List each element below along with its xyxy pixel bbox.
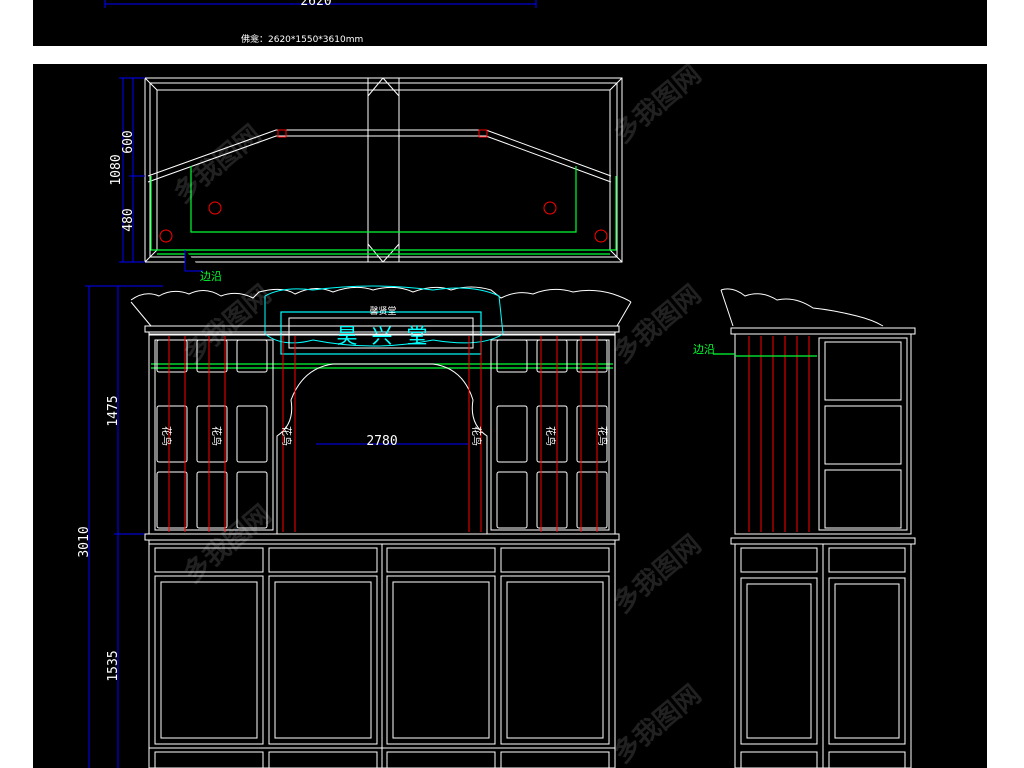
shrine-size-note: 佛龛：2620*1550*3610mm	[241, 33, 363, 45]
front-green-guides	[151, 363, 613, 369]
plan-center-bevel-3	[367, 243, 384, 263]
cad-drawing-canvas: 600 1080 480 边沿 1475 3010 1535 2780 馨贤堂 …	[77, 64, 916, 768]
side-edge-label: 边沿	[693, 343, 715, 356]
lower-drawer-3	[386, 547, 496, 573]
plan-edge-leader	[184, 250, 203, 272]
side-door-2-inner	[834, 583, 900, 739]
plan-corner-br	[609, 249, 623, 263]
plan-corner-bl	[144, 249, 158, 263]
plan-edge-label: 边沿	[200, 270, 222, 283]
side-window-2	[824, 405, 902, 465]
plan-marker-corner-left	[159, 229, 173, 243]
upper-right-window-1	[496, 339, 528, 373]
side-red-lines	[748, 336, 810, 532]
watermarks: 多我图网 多我图网 多我图网 多我图网 多我图网 多我图网 多我图网	[168, 64, 707, 768]
front-lower-cabinet	[148, 543, 616, 768]
side-door-1	[740, 577, 818, 745]
side-mid-cornice	[730, 537, 916, 545]
plan-center-bevel-2	[382, 77, 400, 97]
upper-left-window-3	[236, 339, 268, 373]
panel-label-1: 花鸟	[160, 426, 173, 446]
dimension-top-label: 2620	[300, 0, 331, 9]
panel-label-4: 花鸟	[470, 426, 483, 446]
front-plaque: 馨贤堂 昊兴堂	[264, 285, 504, 355]
plan-marker-right	[543, 201, 557, 215]
panel-label-2: 花鸟	[210, 426, 223, 446]
front-crown-carving	[130, 286, 632, 303]
plan-dim-1080-label: 1080	[109, 154, 124, 185]
side-window-1	[824, 341, 902, 401]
previous-drawing-strip: 2620 佛龛：2620*1550*3610mm	[33, 0, 987, 46]
plaque-text: 昊兴堂	[337, 324, 442, 348]
upper-right-window-7	[496, 471, 528, 529]
front-crown-edge-left	[130, 301, 152, 327]
lower-base-drawer-2	[268, 751, 378, 768]
watermark-3: 多我图网	[178, 280, 277, 370]
lower-door-3	[386, 575, 496, 745]
plan-green-inner	[190, 166, 577, 233]
watermark-6: 多我图网	[608, 530, 707, 620]
side-base-drawer-1	[740, 751, 818, 768]
cad-drawing-panel: 600 1080 480 边沿 1475 3010 1535 2780 馨贤堂 …	[33, 64, 987, 768]
watermark-2: 多我图网	[608, 64, 707, 149]
side-elevation	[720, 288, 916, 768]
side-drawer-1	[740, 547, 818, 573]
plan-center-bevel-4	[382, 243, 400, 263]
upper-left-window-8	[196, 471, 228, 529]
lower-drawer-2	[268, 547, 378, 573]
front-dim-2780-label: 2780	[366, 434, 397, 449]
side-crown-edge	[720, 289, 734, 327]
front-dim-3010-label: 3010	[77, 526, 92, 557]
side-drawer-2	[828, 547, 906, 573]
panel-label-6: 花鸟	[596, 426, 609, 446]
upper-left-window-6	[236, 405, 268, 463]
lower-door-4-inner	[506, 581, 604, 739]
side-window-3	[824, 469, 902, 529]
plan-corner-tr	[609, 77, 623, 91]
side-base-drawer-2	[828, 751, 906, 768]
watermark-1: 多我图网	[168, 120, 267, 210]
lower-drawer-4	[500, 547, 610, 573]
lower-base-drawer-1	[154, 751, 264, 768]
upper-left-window-7	[156, 471, 188, 529]
plan-corner-tl	[144, 77, 158, 91]
previous-drawing-canvas: 2620 佛龛：2620*1550*3610mm	[104, 0, 537, 45]
plaque-header: 馨贤堂	[369, 305, 396, 317]
side-green-guide	[713, 353, 817, 357]
plan-dim-600-label: 600	[121, 130, 136, 153]
front-arch-opening	[276, 363, 488, 534]
side-door-1-inner	[746, 583, 812, 739]
lower-door-2	[268, 575, 378, 745]
lower-door-3-inner	[392, 581, 490, 739]
front-crown-edge-right	[616, 301, 632, 327]
front-dim-1475-label: 1475	[106, 395, 121, 426]
side-top-cornice	[730, 327, 916, 335]
side-crown-carving	[720, 288, 884, 327]
lower-door-4	[500, 575, 610, 745]
watermark-7: 多我图网	[608, 680, 707, 768]
lower-door-2-inner	[274, 581, 372, 739]
front-dim-1535-label: 1535	[106, 650, 121, 681]
plan-marker-left	[208, 201, 222, 215]
panel-label-5: 花鸟	[544, 426, 557, 446]
side-upper-front	[818, 337, 908, 531]
lower-door-1	[154, 575, 264, 745]
upper-right-window-4	[496, 405, 528, 463]
lower-base-drawer-3	[386, 751, 496, 768]
plan-marker-corner-right	[594, 229, 608, 243]
lower-base-drawer-4	[500, 751, 610, 768]
plan-center-bevel-1	[367, 77, 384, 97]
plan-dim-480-label: 480	[121, 208, 136, 231]
lower-door-1-inner	[160, 581, 258, 739]
side-door-2	[828, 577, 906, 745]
panel-label-3: 花鸟	[280, 426, 293, 446]
